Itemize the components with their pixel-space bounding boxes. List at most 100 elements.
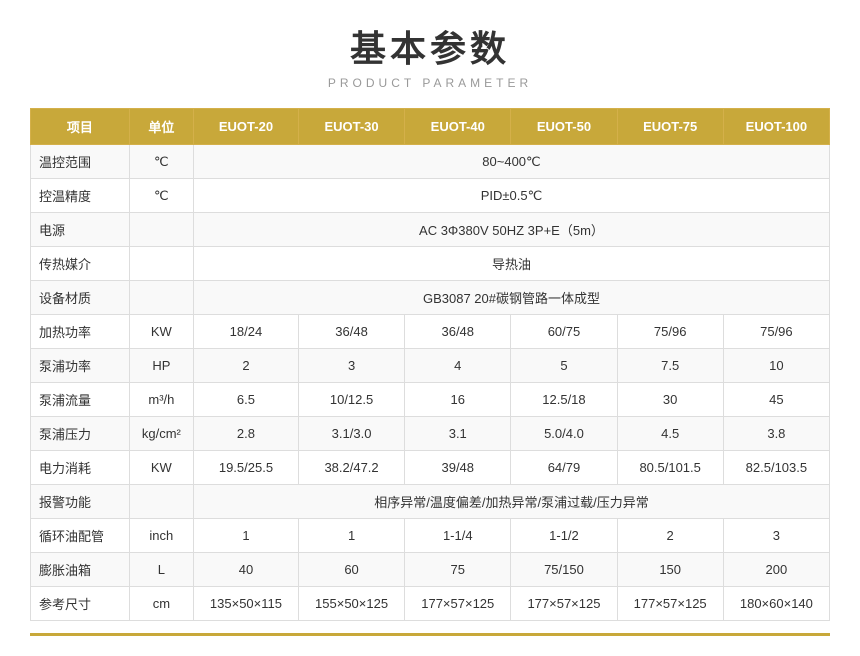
row-value-5-0: 18/24 (193, 315, 298, 349)
row-unit-2 (129, 213, 193, 247)
bottom-line (30, 633, 830, 636)
table-row: 泵浦功率HP23457.510 (31, 349, 830, 383)
row-item-4: 设备材质 (31, 281, 130, 315)
row-value-13-3: 177×57×125 (511, 587, 617, 621)
row-item-9: 电力消耗 (31, 451, 130, 485)
row-unit-7: m³/h (129, 383, 193, 417)
row-unit-1: ℃ (129, 179, 193, 213)
page-subtitle: PRODUCT PARAMETER (328, 76, 532, 90)
row-value-7-1: 10/12.5 (298, 383, 404, 417)
row-value-13-0: 135×50×115 (193, 587, 298, 621)
row-item-5: 加热功率 (31, 315, 130, 349)
row-value-9-4: 80.5/101.5 (617, 451, 723, 485)
row-unit-9: KW (129, 451, 193, 485)
row-item-10: 报警功能 (31, 485, 130, 519)
row-value-12-4: 150 (617, 553, 723, 587)
row-value-11-0: 1 (193, 519, 298, 553)
row-value-12-1: 60 (298, 553, 404, 587)
table-row: 泵浦流量m³/h6.510/12.51612.5/183045 (31, 383, 830, 417)
row-item-6: 泵浦功率 (31, 349, 130, 383)
table-header: 项目单位EUOT-20EUOT-30EUOT-40EUOT-50EUOT-75E… (31, 109, 830, 145)
row-value-13-1: 155×50×125 (298, 587, 404, 621)
row-value-7-3: 12.5/18 (511, 383, 617, 417)
row-value-7-2: 16 (405, 383, 511, 417)
row-value-11-2: 1-1/4 (405, 519, 511, 553)
row-value-11-4: 2 (617, 519, 723, 553)
col-header-euot75: EUOT-75 (617, 109, 723, 145)
row-value-7-0: 6.5 (193, 383, 298, 417)
row-value-9-1: 38.2/47.2 (298, 451, 404, 485)
row-value-5-5: 75/96 (723, 315, 829, 349)
row-item-13: 参考尺寸 (31, 587, 130, 621)
col-header-euot50: EUOT-50 (511, 109, 617, 145)
row-unit-8: kg/cm² (129, 417, 193, 451)
row-span-value-4: GB3087 20#碳钢管路一体成型 (193, 281, 829, 315)
table-row: 控温精度℃PID±0.5℃ (31, 179, 830, 213)
col-header-euot20: EUOT-20 (193, 109, 298, 145)
row-value-13-5: 180×60×140 (723, 587, 829, 621)
table-row: 加热功率KW18/2436/4836/4860/7575/9675/96 (31, 315, 830, 349)
row-item-12: 膨胀油箱 (31, 553, 130, 587)
row-item-11: 循环油配管 (31, 519, 130, 553)
row-value-8-3: 5.0/4.0 (511, 417, 617, 451)
row-value-13-4: 177×57×125 (617, 587, 723, 621)
row-value-6-5: 10 (723, 349, 829, 383)
row-span-value-0: 80~400℃ (193, 145, 829, 179)
row-value-12-5: 200 (723, 553, 829, 587)
row-unit-3 (129, 247, 193, 281)
row-item-2: 电源 (31, 213, 130, 247)
col-header-unit: 单位 (129, 109, 193, 145)
row-value-8-0: 2.8 (193, 417, 298, 451)
page-title: 基本参数 (350, 20, 510, 72)
row-unit-4 (129, 281, 193, 315)
col-header-item: 项目 (31, 109, 130, 145)
table-row: 参考尺寸cm135×50×115155×50×125177×57×125177×… (31, 587, 830, 621)
row-item-3: 传热媒介 (31, 247, 130, 281)
row-value-9-0: 19.5/25.5 (193, 451, 298, 485)
row-value-5-1: 36/48 (298, 315, 404, 349)
row-item-1: 控温精度 (31, 179, 130, 213)
row-item-0: 温控范围 (31, 145, 130, 179)
col-header-euot100: EUOT-100 (723, 109, 829, 145)
row-value-9-3: 64/79 (511, 451, 617, 485)
row-value-8-1: 3.1/3.0 (298, 417, 404, 451)
row-value-8-2: 3.1 (405, 417, 511, 451)
row-value-9-2: 39/48 (405, 451, 511, 485)
table-row: 泵浦压力kg/cm²2.83.1/3.03.15.0/4.04.53.8 (31, 417, 830, 451)
row-value-6-3: 5 (511, 349, 617, 383)
row-unit-13: cm (129, 587, 193, 621)
table-row: 膨胀油箱L40607575/150150200 (31, 553, 830, 587)
table-row: 报警功能 相序异常/温度偏差/加热异常/泵浦过载/压力异常 (31, 485, 830, 519)
row-value-9-5: 82.5/103.5 (723, 451, 829, 485)
row-value-6-1: 3 (298, 349, 404, 383)
row-span-value-3: 导热油 (193, 247, 829, 281)
row-item-8: 泵浦压力 (31, 417, 130, 451)
row-unit-6: HP (129, 349, 193, 383)
table-row: 传热媒介 导热油 (31, 247, 830, 281)
col-header-euot30: EUOT-30 (298, 109, 404, 145)
row-value-6-0: 2 (193, 349, 298, 383)
row-span-value-10: 相序异常/温度偏差/加热异常/泵浦过载/压力异常 (193, 485, 829, 519)
row-value-12-2: 75 (405, 553, 511, 587)
row-span-value-2: AC 3Φ380V 50HZ 3P+E（5m） (193, 213, 829, 247)
row-value-8-4: 4.5 (617, 417, 723, 451)
row-unit-11: inch (129, 519, 193, 553)
row-value-5-4: 75/96 (617, 315, 723, 349)
row-value-11-5: 3 (723, 519, 829, 553)
table-body: 温控范围℃80~400℃控温精度℃PID±0.5℃电源AC 3Φ380V 50H… (31, 145, 830, 621)
table-row: 设备材质 GB3087 20#碳钢管路一体成型 (31, 281, 830, 315)
row-item-7: 泵浦流量 (31, 383, 130, 417)
row-value-11-1: 1 (298, 519, 404, 553)
row-value-5-2: 36/48 (405, 315, 511, 349)
table-row: 电力消耗KW19.5/25.538.2/47.239/4864/7980.5/1… (31, 451, 830, 485)
table-row: 温控范围℃80~400℃ (31, 145, 830, 179)
row-unit-5: KW (129, 315, 193, 349)
row-value-7-4: 30 (617, 383, 723, 417)
row-value-11-3: 1-1/2 (511, 519, 617, 553)
row-unit-12: L (129, 553, 193, 587)
row-unit-10 (129, 485, 193, 519)
row-value-13-2: 177×57×125 (405, 587, 511, 621)
row-span-value-1: PID±0.5℃ (193, 179, 829, 213)
row-value-8-5: 3.8 (723, 417, 829, 451)
col-header-euot40: EUOT-40 (405, 109, 511, 145)
